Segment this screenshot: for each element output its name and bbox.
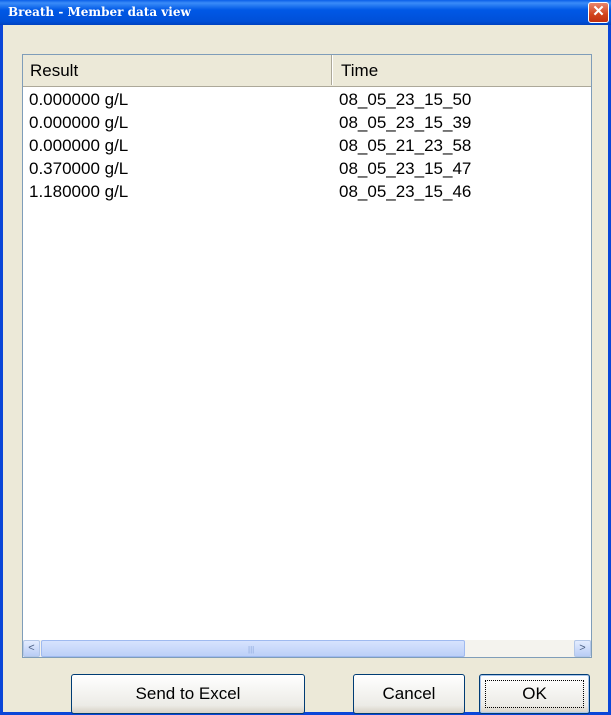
grip-icon: ||| — [248, 645, 255, 654]
result-cell: 0.370000 g/L — [29, 159, 129, 178]
scrollbar-thumb[interactable]: ||| — [41, 640, 465, 657]
time-cell: 08_05_21_23_58 — [339, 136, 472, 155]
time-cell: 08_05_23_15_50 — [339, 90, 472, 109]
horizontal-scrollbar[interactable]: < ||| > — [23, 640, 591, 657]
focus-rectangle — [485, 680, 584, 708]
time-cell: 08_05_23_15_39 — [339, 113, 472, 132]
list-rows: 0.000000 g/L 08_05_23_15_50 0.000000 g/L… — [23, 88, 591, 203]
list-row[interactable]: 0.000000 g/L 08_05_21_23_58 — [23, 134, 591, 157]
result-cell: 0.000000 g/L — [29, 113, 129, 132]
chevron-left-icon: < — [28, 642, 35, 654]
member-data-list[interactable]: Result Time 0.000000 g/L 08_05_23_15_50 … — [22, 54, 592, 658]
dialog-window: Breath - Member data view ✕ Result Time … — [0, 0, 611, 715]
list-row[interactable]: 0.000000 g/L 08_05_23_15_39 — [23, 111, 591, 134]
column-header-result[interactable]: Result — [23, 55, 332, 85]
list-row[interactable]: 0.000000 g/L 08_05_23_15_50 — [23, 88, 591, 111]
close-icon: ✕ — [592, 3, 605, 20]
time-cell: 08_05_23_15_46 — [339, 182, 472, 201]
result-cell: 1.180000 g/L — [29, 182, 129, 201]
close-button[interactable]: ✕ — [588, 2, 609, 23]
chevron-right-icon: > — [579, 642, 586, 654]
title-bar[interactable]: Breath - Member data view ✕ — [0, 0, 611, 25]
list-row[interactable]: 0.370000 g/L 08_05_23_15_47 — [23, 157, 591, 180]
send-to-excel-button[interactable]: Send to Excel — [71, 674, 305, 714]
scroll-right-button[interactable]: > — [574, 640, 591, 657]
scroll-left-button[interactable]: < — [23, 640, 40, 657]
result-cell: 0.000000 g/L — [29, 136, 129, 155]
result-cell: 0.000000 g/L — [29, 90, 129, 109]
time-cell: 08_05_23_15_47 — [339, 159, 472, 178]
cancel-button[interactable]: Cancel — [353, 674, 465, 714]
ok-button[interactable]: OK — [479, 674, 590, 714]
column-header-time[interactable]: Time — [332, 55, 591, 85]
list-header: Result Time — [23, 55, 591, 87]
list-row[interactable]: 1.180000 g/L 08_05_23_15_46 — [23, 180, 591, 203]
window-title: Breath - Member data view — [8, 5, 191, 19]
